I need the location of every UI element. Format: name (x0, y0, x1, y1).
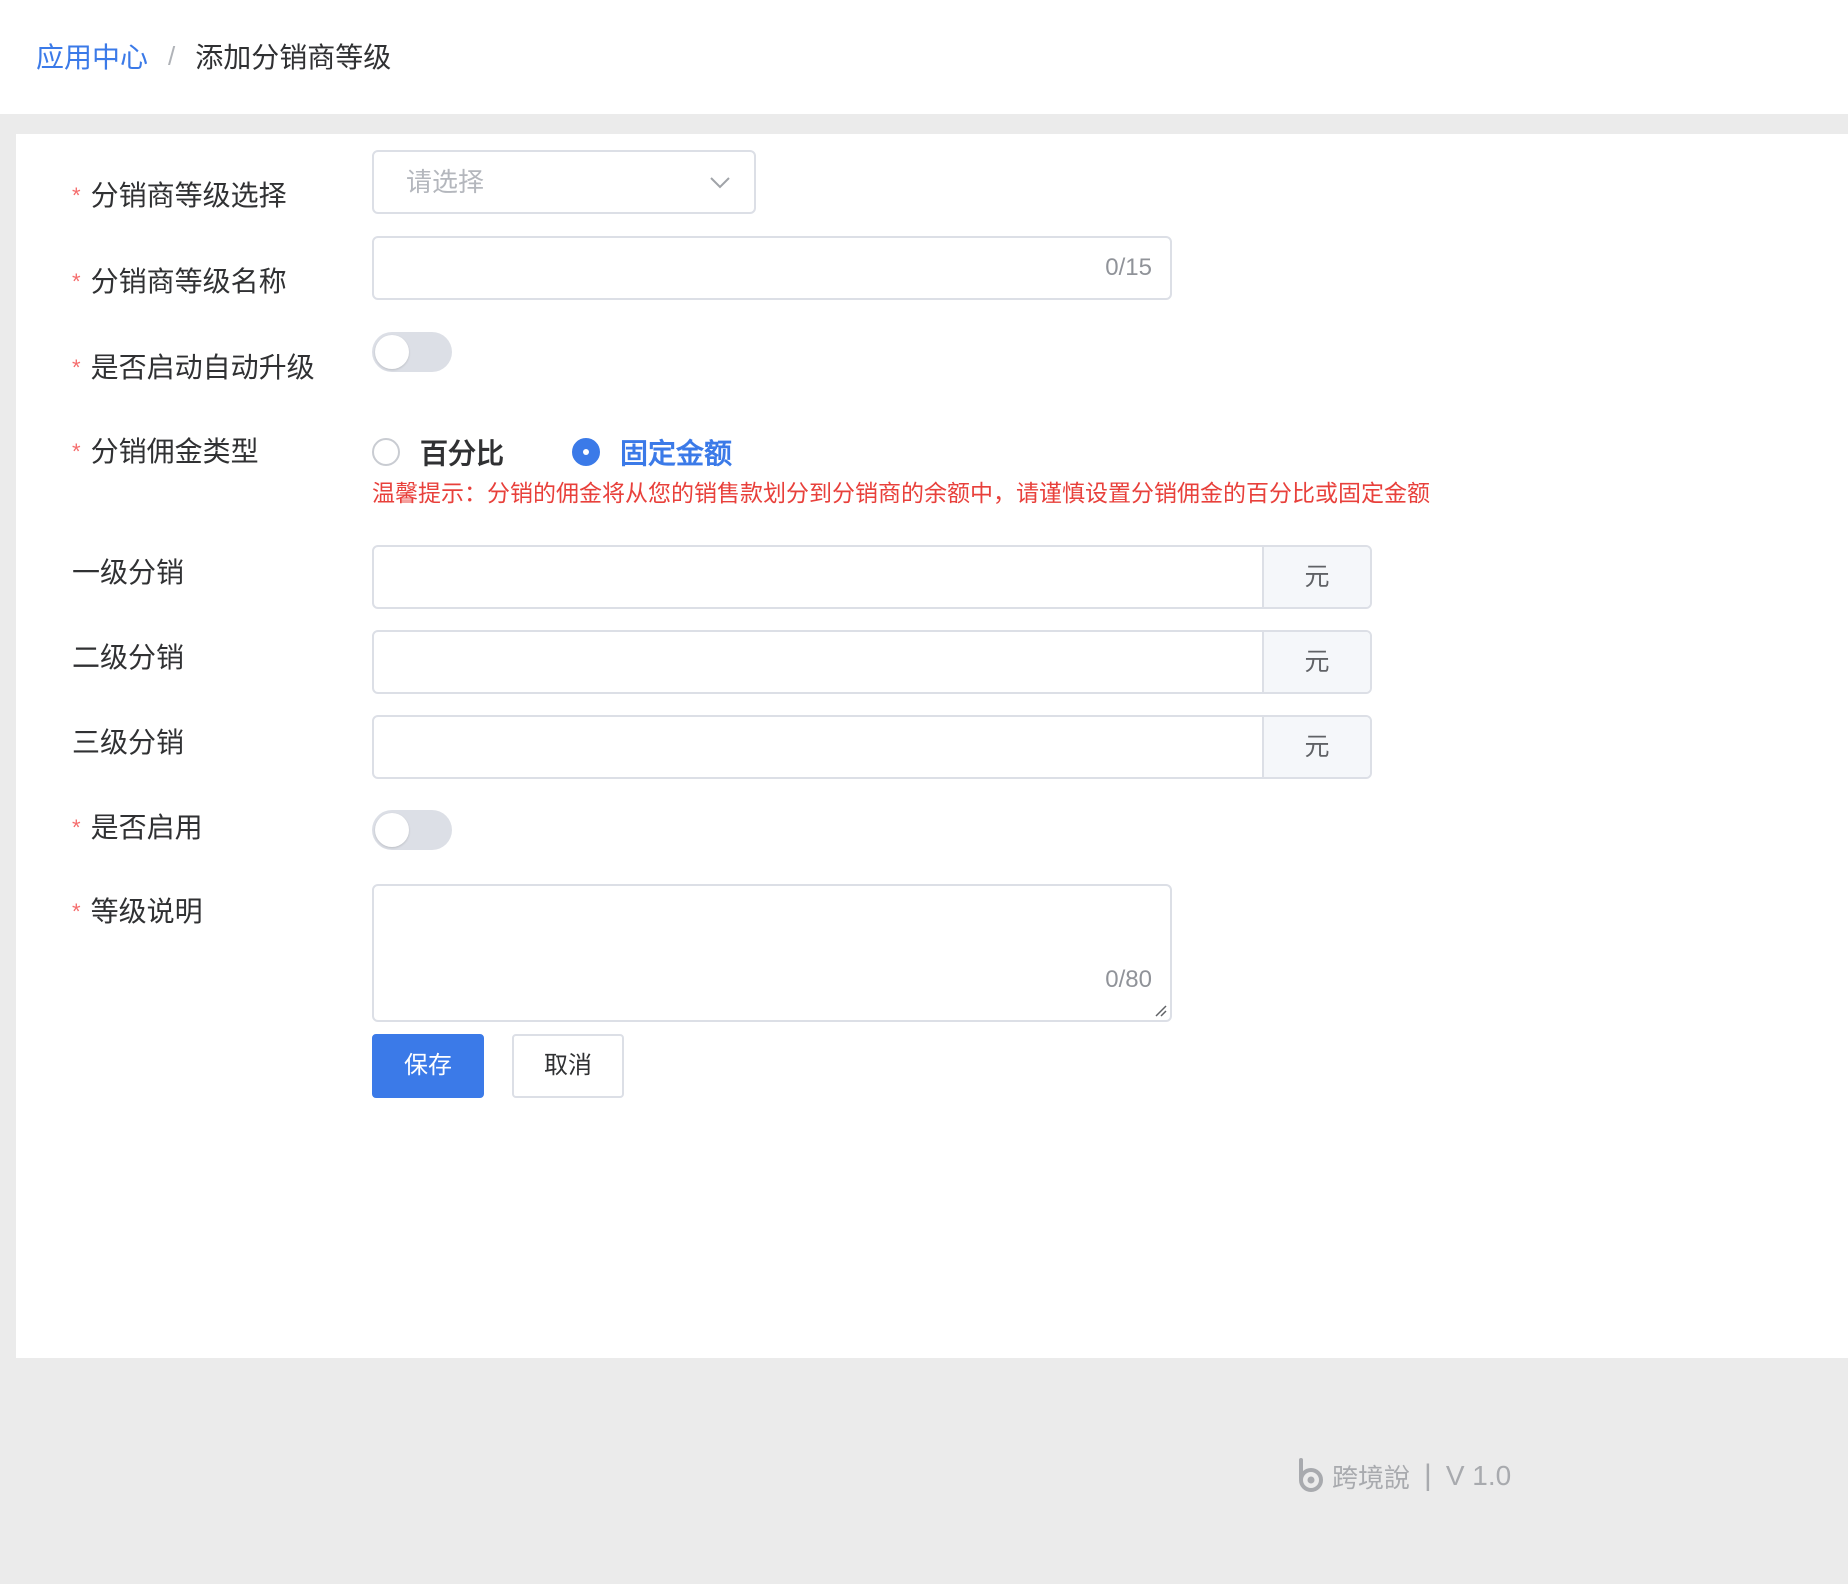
commission-type-label: * 分销佣金类型 (72, 432, 259, 472)
cancel-button[interactable]: 取消 (512, 1034, 624, 1098)
breadcrumb-app-center-link[interactable]: 应用中心 (36, 36, 148, 76)
footer-version: V 1.0 (1445, 1460, 1512, 1491)
level-name-input[interactable]: 0/15 (372, 236, 1172, 300)
required-mark: * (72, 355, 81, 380)
radio-percentage-label: 百分比 (420, 438, 505, 469)
required-mark: * (72, 183, 81, 208)
level-select-label: * 分销商等级选择 (72, 176, 287, 216)
form-card: * 分销商等级选择 请选择 * 分销商等级名称 0/15 * 是否启动自动升级 * 分销… (16, 134, 1848, 1358)
breadcrumb: 应用中心 / 添加分销商等级 (36, 36, 391, 76)
level-select-placeholder: 请选择 (406, 167, 485, 197)
save-button[interactable]: 保存 (372, 1034, 484, 1098)
radio-circle (372, 438, 400, 466)
level3-label: 三级分销 (72, 727, 185, 758)
switch-knob (375, 813, 409, 847)
description-label-text: 等级说明 (90, 896, 203, 927)
required-mark: * (72, 269, 81, 294)
level1-input-group: 元 (372, 545, 1372, 609)
footer-separator: | (1424, 1459, 1432, 1492)
level-name-char-counter: 0/15 (1105, 254, 1152, 281)
level1-unit: 元 (1262, 547, 1370, 607)
footer-brand: 跨境說 (1332, 1462, 1411, 1493)
commission-type-radio-group: 百分比 固定金额 (372, 432, 800, 472)
breadcrumb-separator: / (168, 40, 176, 71)
level2-input-group: 元 (372, 630, 1372, 694)
commission-type-label-text: 分销佣金类型 (90, 436, 259, 467)
required-mark: * (72, 899, 81, 924)
description-textarea[interactable]: 0/80 (372, 884, 1172, 1022)
enabled-label-text: 是否启用 (90, 812, 203, 843)
required-mark: * (72, 815, 81, 840)
level3-input-group: 元 (372, 715, 1372, 779)
page-header: 应用中心 / 添加分销商等级 (0, 0, 1848, 114)
description-label: * 等级说明 (72, 892, 203, 932)
radio-percentage[interactable]: 百分比 (372, 432, 504, 472)
level1-label: 一级分销 (72, 557, 185, 588)
description-char-counter: 0/80 (1105, 966, 1152, 993)
brand-logo-icon (1299, 1458, 1323, 1492)
level-name-label: * 分销商等级名称 (72, 262, 287, 302)
chevron-down-icon (710, 177, 730, 189)
auto-upgrade-label-text: 是否启动自动升级 (90, 352, 315, 383)
radio-circle-checked (572, 438, 601, 466)
commission-tip: 温馨提示：分销的佣金将从您的销售款划分到分销商的余额中，请谨慎设置分销佣金的百分… (372, 480, 1430, 506)
radio-fixed-amount[interactable]: 固定金额 (572, 432, 732, 472)
level-select-label-text: 分销商等级选择 (90, 180, 287, 211)
radio-fixed-amount-label: 固定金额 (620, 438, 733, 469)
level2-label: 二级分销 (72, 642, 185, 673)
level1-input[interactable] (374, 547, 1264, 607)
switch-knob (375, 335, 409, 369)
footer: 跨境說 | V 1.0 (1296, 1456, 1511, 1496)
level-name-label-text: 分销商等级名称 (90, 266, 287, 297)
level2-unit: 元 (1262, 632, 1370, 692)
required-mark: * (72, 439, 81, 464)
level2-input[interactable] (374, 632, 1264, 692)
level3-input[interactable] (374, 717, 1264, 777)
breadcrumb-current-page: 添加分销商等级 (195, 42, 392, 73)
auto-upgrade-label: * 是否启动自动升级 (72, 348, 315, 388)
resize-grip-icon[interactable] (1152, 1002, 1168, 1018)
auto-upgrade-switch[interactable] (372, 332, 452, 372)
level-select[interactable]: 请选择 (372, 150, 756, 214)
enabled-label: * 是否启用 (72, 808, 203, 848)
level3-unit: 元 (1262, 717, 1370, 777)
enabled-switch[interactable] (372, 810, 452, 850)
